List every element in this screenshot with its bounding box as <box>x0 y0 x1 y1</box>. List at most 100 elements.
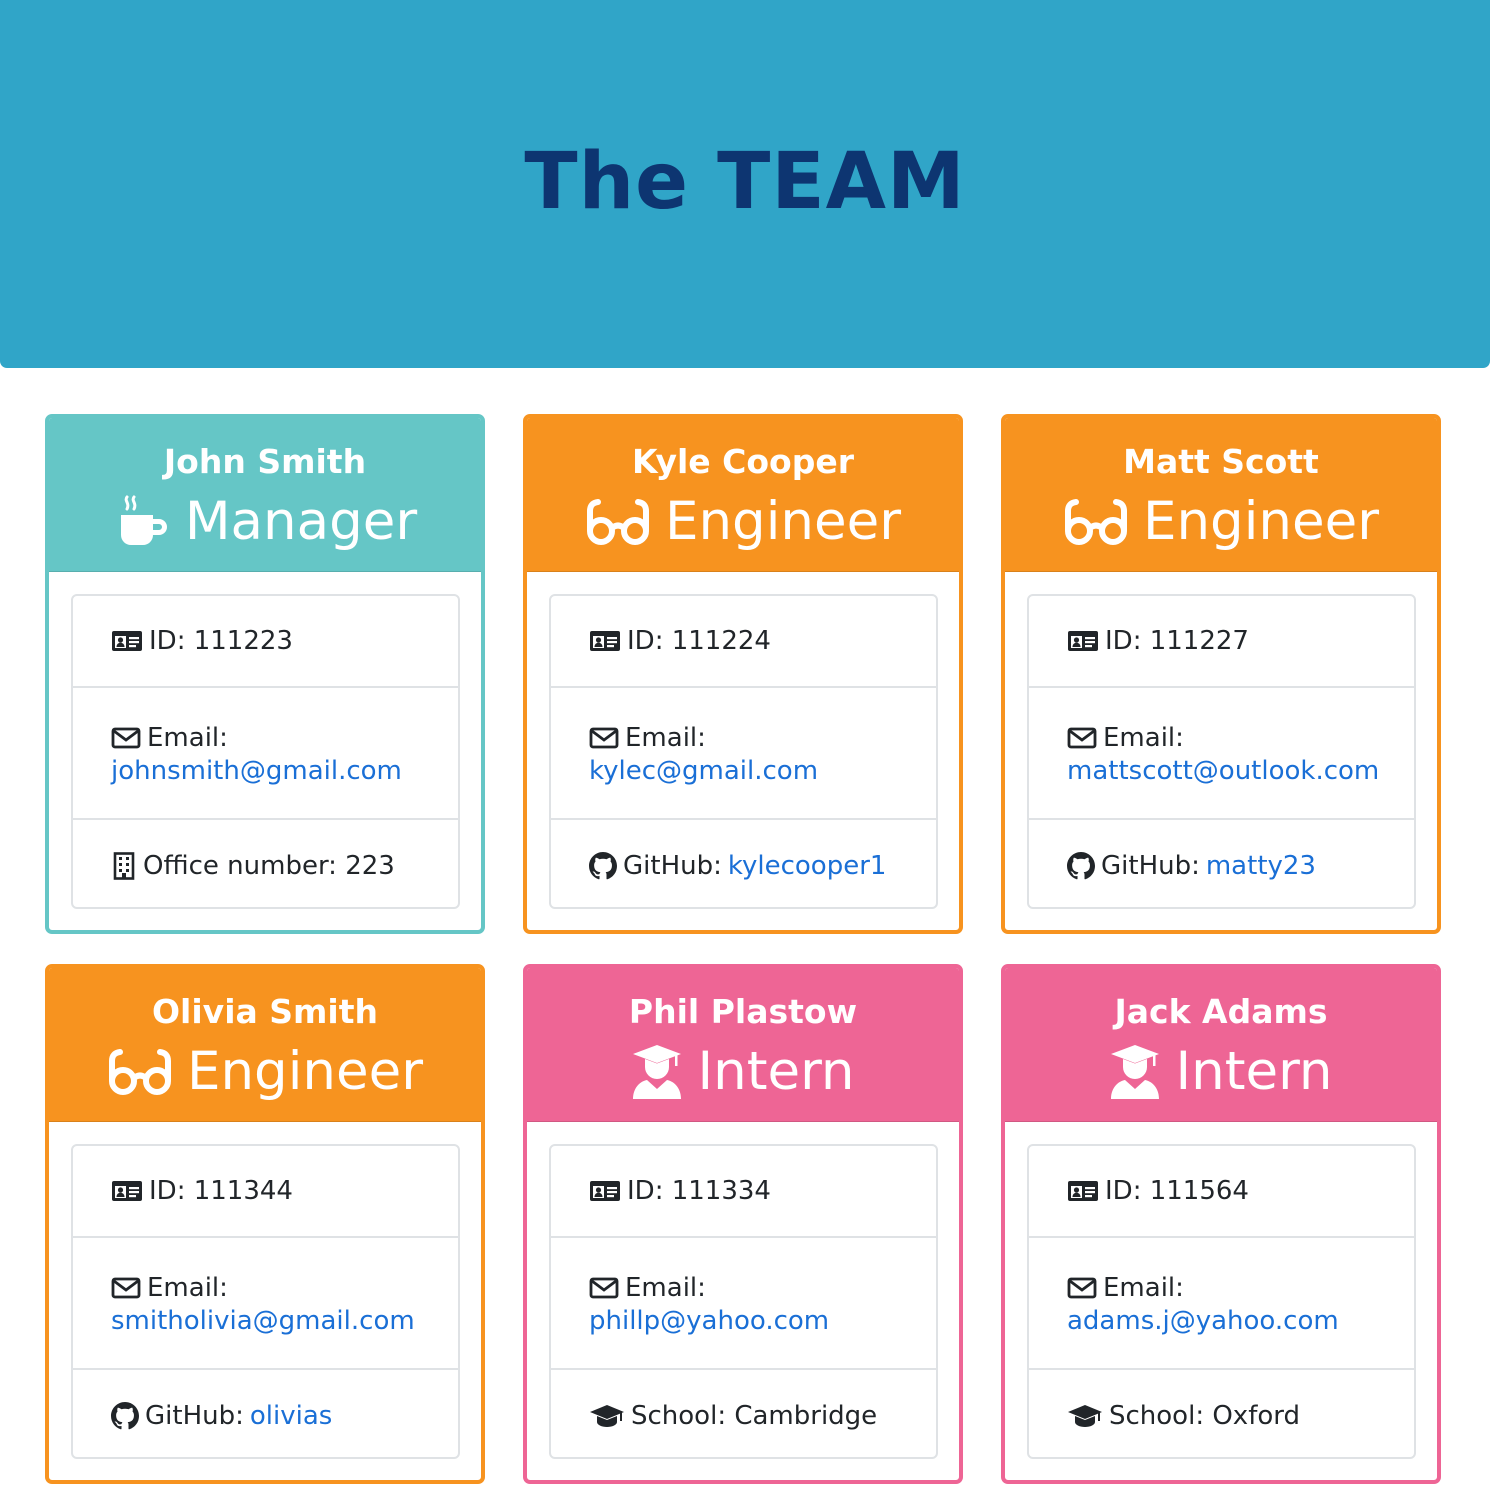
employee-id: ID: 111227 <box>1105 626 1249 656</box>
employee-id: ID: 111344 <box>149 1176 293 1206</box>
graduation-cap-icon <box>589 1403 625 1429</box>
info-list: ID: 111227 Email: mattscott@outlook.com … <box>1027 594 1416 909</box>
id-card-icon <box>1067 1179 1099 1203</box>
email-label: Email: <box>1103 723 1184 753</box>
id-card-icon <box>589 1179 621 1203</box>
list-item-email: Email: johnsmith@gmail.com <box>73 688 458 820</box>
email-link[interactable]: smitholivia@gmail.com <box>111 1306 420 1336</box>
email-link[interactable]: mattscott@outlook.com <box>1067 756 1379 786</box>
email-label: Email: <box>625 1273 706 1303</box>
id-card-icon <box>1067 629 1099 653</box>
building-icon <box>111 851 137 880</box>
employee-role: Engineer <box>1142 491 1380 552</box>
list-item-school: School: Cambridge <box>551 1370 936 1457</box>
list-item-email: Email: smitholivia@gmail.com <box>73 1238 458 1370</box>
role-line: Intern <box>1005 1040 1437 1104</box>
envelope-icon <box>589 1277 619 1299</box>
employee-name: Jack Adams <box>1114 992 1328 1031</box>
envelope-icon <box>111 1277 141 1299</box>
glasses-icon <box>107 1047 173 1097</box>
role-line: Engineer <box>1005 490 1437 554</box>
employee-card: Kyle Cooper Engineer ID: 111224 Email: k… <box>523 414 963 934</box>
list-item-github: GitHub: olivias <box>73 1370 458 1457</box>
envelope-icon <box>589 727 619 749</box>
id-card-icon <box>111 1179 143 1203</box>
list-item-email: Email: adams.j@yahoo.com <box>1029 1238 1414 1370</box>
github-icon <box>111 1401 139 1430</box>
github-link[interactable]: olivias <box>250 1398 332 1434</box>
employee-name: Matt Scott <box>1123 442 1319 481</box>
id-card-icon <box>111 629 143 653</box>
list-item-school: School: Oxford <box>1029 1370 1414 1457</box>
list-item-github: GitHub: matty23 <box>1029 820 1414 907</box>
team-grid: John Smith Manager ID: 111223 Email: joh… <box>45 414 1442 1484</box>
employee-role: Engineer <box>186 1041 424 1102</box>
email-link[interactable]: adams.j@yahoo.com <box>1067 1306 1376 1336</box>
employee-role: Manager <box>184 491 418 552</box>
envelope-icon <box>111 727 141 749</box>
email-link[interactable]: phillp@yahoo.com <box>589 1306 898 1336</box>
email-label: Email: <box>625 723 706 753</box>
school-name: School: Oxford <box>1109 1400 1300 1431</box>
github-link[interactable]: matty23 <box>1206 848 1316 884</box>
info-list: ID: 111334 Email: phillp@yahoo.com Schoo… <box>549 1144 938 1459</box>
list-item-id: ID: 111334 <box>551 1146 936 1238</box>
employee-name: Olivia Smith <box>152 992 378 1031</box>
list-item-id: ID: 111223 <box>73 596 458 688</box>
mug-hot-icon <box>113 493 171 551</box>
employee-name: Phil Plastow <box>628 992 858 1031</box>
list-item-id: ID: 111224 <box>551 596 936 688</box>
github-label: GitHub: <box>145 1400 244 1431</box>
jumbotron-header: The TEAM <box>0 0 1490 368</box>
employee-id: ID: 111224 <box>627 626 771 656</box>
list-item-id: ID: 111227 <box>1029 596 1414 688</box>
email-label: Email: <box>147 1273 228 1303</box>
glasses-icon <box>585 497 651 547</box>
email-link[interactable]: kylec@gmail.com <box>589 756 898 786</box>
card-header: Olivia Smith Engineer <box>49 968 481 1122</box>
glasses-icon <box>1063 497 1129 547</box>
github-icon <box>1067 851 1095 880</box>
list-item-email: Email: mattscott@outlook.com <box>1029 688 1414 820</box>
employee-name: Kyle Cooper <box>632 442 854 481</box>
github-label: GitHub: <box>623 850 722 881</box>
envelope-icon <box>1067 1277 1097 1299</box>
card-header: Phil Plastow Intern <box>527 968 959 1122</box>
email-label: Email: <box>1103 1273 1184 1303</box>
list-item-email: Email: kylec@gmail.com <box>551 688 936 820</box>
role-line: Manager <box>49 490 481 554</box>
list-item-id: ID: 111344 <box>73 1146 458 1238</box>
employee-card: Phil Plastow Intern ID: 111334 Email: ph… <box>523 964 963 1484</box>
id-card-icon <box>589 629 621 653</box>
github-link[interactable]: kylecooper1 <box>728 848 887 884</box>
school-name: School: Cambridge <box>631 1400 878 1431</box>
email-label: Email: <box>147 723 228 753</box>
role-line: Engineer <box>527 490 959 554</box>
info-list: ID: 111224 Email: kylec@gmail.com GitHub… <box>549 594 938 909</box>
envelope-icon <box>1067 727 1097 749</box>
employee-id: ID: 111564 <box>1105 1176 1249 1206</box>
info-list: ID: 111564 Email: adams.j@yahoo.com Scho… <box>1027 1144 1416 1459</box>
employee-card: Olivia Smith Engineer ID: 111344 Email: <box>45 964 485 1484</box>
employee-card: Matt Scott Engineer ID: 111227 Email: ma… <box>1001 414 1441 934</box>
role-line: Engineer <box>49 1040 481 1104</box>
info-list: ID: 111344 Email: smitholivia@gmail.com … <box>71 1144 460 1459</box>
list-item-github: GitHub: kylecooper1 <box>551 820 936 907</box>
email-link[interactable]: johnsmith@gmail.com <box>111 756 420 786</box>
github-label: GitHub: <box>1101 850 1200 881</box>
list-item-id: ID: 111564 <box>1029 1146 1414 1238</box>
user-graduate-icon <box>631 1043 683 1101</box>
employee-id: ID: 111334 <box>627 1176 771 1206</box>
info-list: ID: 111223 Email: johnsmith@gmail.com Of… <box>71 594 460 909</box>
card-header: Kyle Cooper Engineer <box>527 418 959 572</box>
page-title: The TEAM <box>524 137 966 227</box>
github-icon <box>589 851 617 880</box>
employee-name: John Smith <box>163 442 367 481</box>
card-header: John Smith Manager <box>49 418 481 572</box>
office-number: Office number: 223 <box>143 850 395 881</box>
employee-role: Intern <box>697 1041 855 1102</box>
list-item-email: Email: phillp@yahoo.com <box>551 1238 936 1370</box>
card-header: Jack Adams Intern <box>1005 968 1437 1122</box>
user-graduate-icon <box>1109 1043 1161 1101</box>
employee-role: Intern <box>1175 1041 1333 1102</box>
